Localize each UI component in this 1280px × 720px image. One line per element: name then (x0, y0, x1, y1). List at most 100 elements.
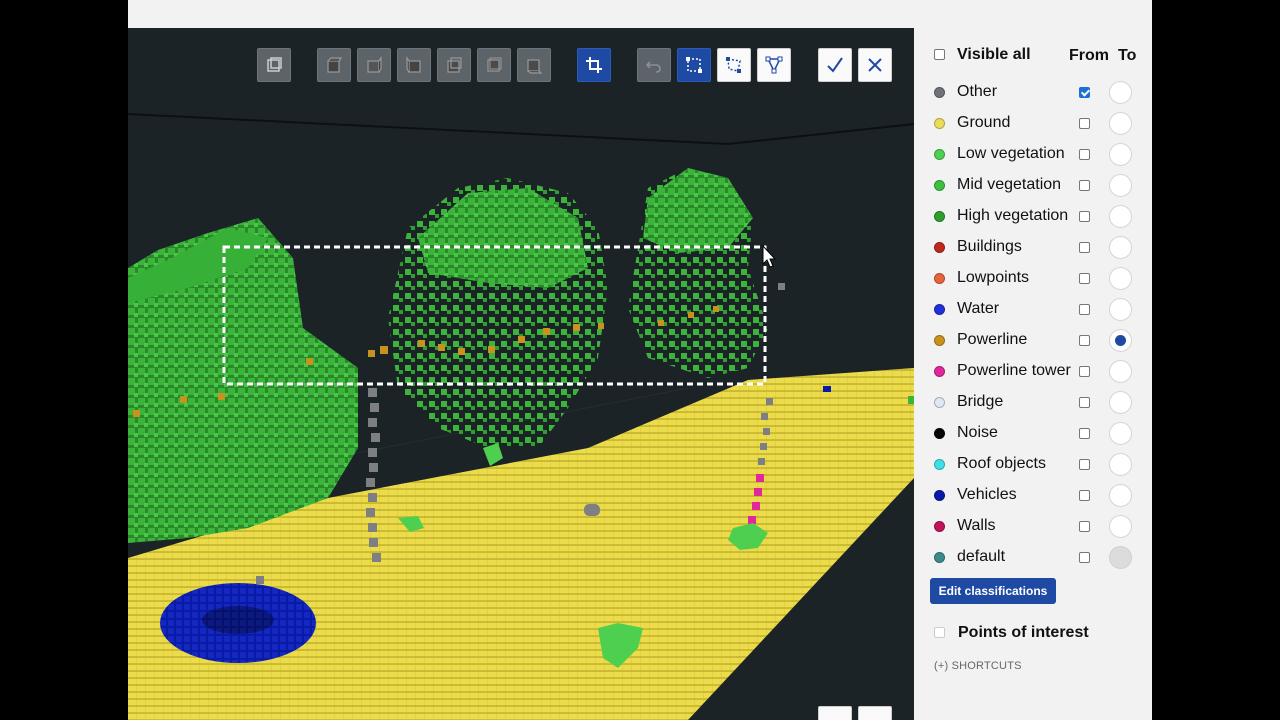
from-class-checkbox[interactable] (1079, 304, 1090, 315)
class-row: Vehicles (914, 480, 1152, 511)
from-class-checkbox[interactable] (1079, 366, 1090, 377)
class-label: default (957, 548, 1006, 565)
lasso-select-button[interactable] (717, 48, 751, 82)
view-left-button[interactable] (397, 48, 431, 82)
class-color-swatch (934, 521, 945, 532)
poi-checkbox[interactable] (934, 627, 945, 638)
class-row: Powerline (914, 325, 1152, 356)
polygon-select-icon (765, 56, 783, 74)
class-label: Ground (957, 114, 1011, 131)
view-back-icon (487, 57, 502, 72)
view-right-icon (447, 57, 462, 73)
to-class-radio[interactable] (1109, 205, 1132, 228)
top-bar (128, 0, 1152, 28)
to-class-radio[interactable] (1109, 298, 1132, 321)
to-class-radio[interactable] (1109, 174, 1132, 197)
from-class-checkbox[interactable] (1079, 490, 1090, 501)
class-color-swatch (934, 211, 945, 222)
class-row: Roof objects (914, 449, 1152, 480)
from-class-checkbox[interactable] (1079, 459, 1090, 470)
view-back-button[interactable] (477, 48, 511, 82)
from-class-checkbox[interactable] (1079, 521, 1090, 532)
from-column-label: From (1069, 47, 1109, 64)
class-row: Noise (914, 418, 1152, 449)
undo-button[interactable] (637, 48, 671, 82)
rectangle-select-button[interactable] (677, 48, 711, 82)
from-class-checkbox[interactable] (1079, 118, 1090, 129)
rectangle-select-icon (686, 57, 702, 73)
fullscreen-button[interactable] (858, 706, 892, 720)
view-bottom-button[interactable] (517, 48, 551, 82)
class-label: Water (957, 300, 1000, 317)
class-row: Walls (914, 511, 1152, 542)
polygon-select-button[interactable] (757, 48, 791, 82)
class-color-swatch (934, 552, 945, 563)
visible-all-checkbox[interactable] (934, 49, 945, 60)
point-cloud-viewer[interactable] (128, 28, 914, 720)
view-right-button[interactable] (437, 48, 471, 82)
cancel-button[interactable] (858, 48, 892, 82)
class-row: Bridge (914, 387, 1152, 418)
class-row: High vegetation (914, 201, 1152, 232)
from-class-checkbox[interactable] (1079, 428, 1090, 439)
view-front-button[interactable] (357, 48, 391, 82)
lasso-select-icon (726, 57, 741, 73)
from-class-checkbox[interactable] (1079, 397, 1090, 408)
to-class-radio[interactable] (1109, 143, 1132, 166)
class-color-swatch (934, 335, 945, 346)
to-class-radio[interactable] (1109, 329, 1132, 352)
view-top-icon (327, 57, 343, 73)
class-color-swatch (934, 180, 945, 191)
view-front-icon (367, 56, 382, 73)
to-class-radio[interactable] (1109, 484, 1132, 507)
to-class-radio[interactable] (1109, 422, 1132, 445)
to-class-radio[interactable] (1109, 453, 1132, 476)
view-left-icon (406, 56, 421, 73)
from-class-checkbox[interactable] (1079, 149, 1090, 160)
class-color-swatch (934, 397, 945, 408)
to-class-radio[interactable] (1109, 112, 1132, 135)
poi-label: Points of interest (958, 624, 1089, 641)
view-3d-icon (267, 57, 282, 72)
classification-panel: Visible all From To Other Ground Low veget… (914, 28, 1152, 720)
class-row: Lowpoints (914, 263, 1152, 294)
from-class-checkbox[interactable] (1079, 180, 1090, 191)
confirm-button[interactable] (818, 48, 852, 82)
edit-classifications-button[interactable]: Edit classifications (930, 578, 1056, 604)
class-color-swatch (934, 366, 945, 377)
to-class-radio[interactable] (1109, 267, 1132, 290)
shortcuts-link[interactable]: (+) SHORTCUTS (934, 660, 1022, 672)
class-row: Buildings (914, 232, 1152, 263)
class-color-swatch (934, 149, 945, 160)
class-label: Lowpoints (957, 269, 1030, 286)
from-class-checkbox[interactable] (1079, 335, 1090, 346)
from-class-checkbox[interactable] (1079, 552, 1090, 563)
class-label: Buildings (957, 238, 1022, 255)
from-class-checkbox[interactable] (1079, 273, 1090, 284)
crop-icon (586, 57, 602, 73)
class-label: Powerline (957, 331, 1028, 348)
class-row: default (914, 542, 1152, 573)
class-color-swatch (934, 118, 945, 129)
to-class-radio[interactable] (1109, 236, 1132, 259)
class-color-swatch (934, 242, 945, 253)
view-3d-button[interactable] (257, 48, 291, 82)
class-label: Bridge (957, 393, 1004, 410)
to-class-radio[interactable] (1109, 81, 1132, 104)
to-class-radio[interactable] (1109, 391, 1132, 414)
cancel-icon (868, 58, 882, 72)
class-color-swatch (934, 459, 945, 470)
visible-all-label: Visible all (957, 46, 1031, 63)
class-color-swatch (934, 428, 945, 439)
class-label: Mid vegetation (957, 176, 1062, 193)
from-class-checkbox[interactable] (1079, 242, 1090, 253)
from-class-checkbox[interactable] (1079, 211, 1090, 222)
to-class-radio[interactable] (1109, 360, 1132, 383)
class-label: Noise (957, 424, 998, 441)
point-cloud-scene[interactable] (128, 28, 914, 720)
crop-button[interactable] (577, 48, 611, 82)
view-top-button[interactable] (317, 48, 351, 82)
to-class-radio[interactable] (1109, 515, 1132, 538)
settings-button[interactable] (818, 706, 852, 720)
from-class-checkbox[interactable] (1079, 87, 1090, 98)
